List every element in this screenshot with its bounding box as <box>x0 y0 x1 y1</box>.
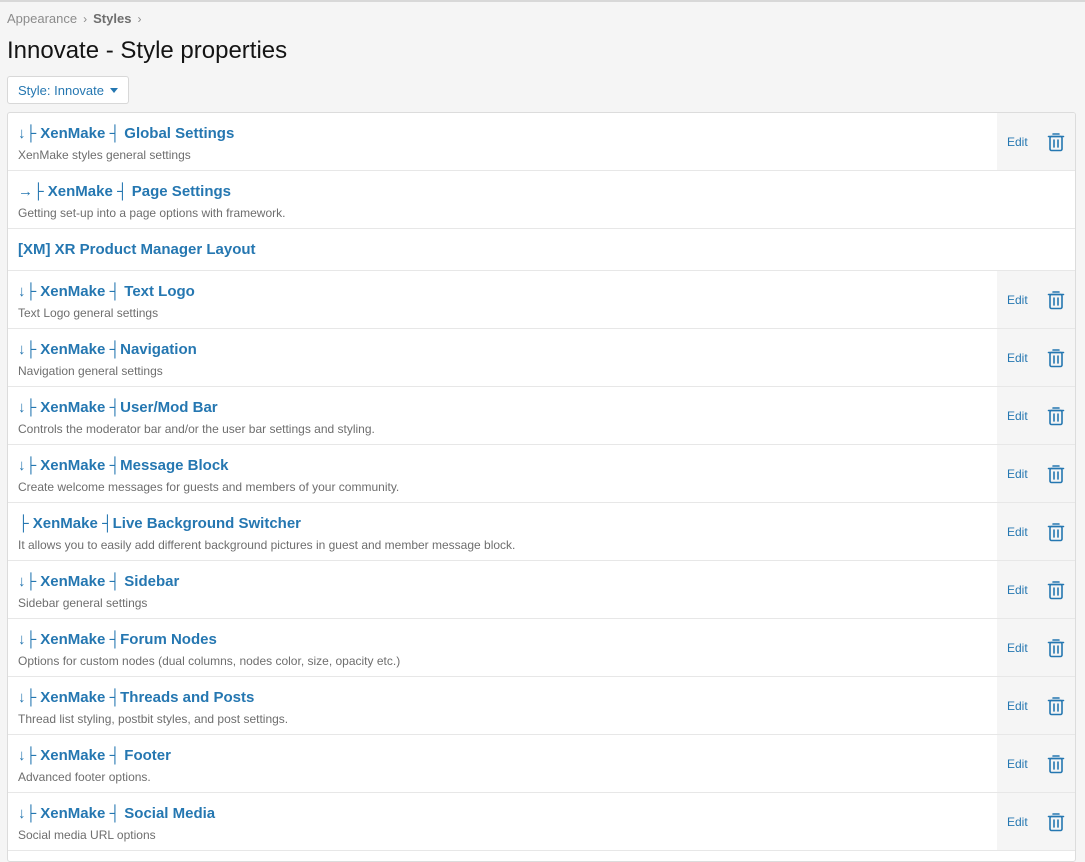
chevron-right-icon: › <box>83 11 88 26</box>
list-item: ↓├ XenMake ┤User/Mod Bar Controls the mod… <box>8 387 1075 445</box>
style-group-description: Social media URL options <box>18 828 156 842</box>
style-group-link[interactable]: ↓├ XenMake ┤Threads and Posts <box>18 689 254 706</box>
edit-link[interactable]: Edit <box>1007 641 1028 655</box>
style-group-description: Getting set-up into a page options with … <box>18 206 286 220</box>
trash-icon[interactable] <box>1047 754 1065 774</box>
style-group-description: XenMake styles general settings <box>18 148 191 162</box>
chevron-right-icon: › <box>137 11 142 26</box>
style-group-description: Sidebar general settings <box>18 596 148 610</box>
style-group-description: Controls the moderator bar and/or the us… <box>18 422 375 436</box>
list-item-main: ↓├ XenMake ┤ Global Settings XenMake styl… <box>8 113 997 170</box>
list-item-main: ↓├ XenMake ┤ Social Media Social media UR… <box>8 793 997 850</box>
style-selector-label: Style: Innovate <box>18 82 104 98</box>
list-item-main: ↓├ XenMake ┤User/Mod Bar Controls the mod… <box>8 387 997 444</box>
list-item-main: ↓├ XenMake ┤Forum Nodes Options for custo… <box>8 619 997 676</box>
list-item: →├ XenMake ┤ Page Settings Getting set-up… <box>8 171 1075 229</box>
style-group-link[interactable]: ↓├ XenMake ┤ Footer <box>18 747 171 764</box>
row-actions: Edit <box>997 619 1075 676</box>
edit-link[interactable]: Edit <box>1007 467 1028 481</box>
edit-link[interactable]: Edit <box>1007 815 1028 829</box>
style-group-link[interactable]: ↓├ XenMake ┤ Social Media <box>18 805 215 822</box>
style-group-link[interactable]: ↓├ XenMake ┤ Text Logo <box>18 283 195 300</box>
list-item: ├ XenMake ┤Live Background Switcher It al… <box>8 503 1075 561</box>
edit-link[interactable]: Edit <box>1007 583 1028 597</box>
list-item-main: ↓├ XenMake ┤Message Block Create welcome … <box>8 445 997 502</box>
style-group-link[interactable]: [XM] XR Product Manager Layout <box>18 241 256 258</box>
edit-link[interactable]: Edit <box>1007 525 1028 539</box>
style-group-description: Advanced footer options. <box>18 770 151 784</box>
edit-link[interactable]: Edit <box>1007 757 1028 771</box>
trash-icon[interactable] <box>1047 406 1065 426</box>
edit-link[interactable]: Edit <box>1007 293 1028 307</box>
row-actions: Edit <box>997 793 1075 850</box>
breadcrumb-styles[interactable]: Styles <box>93 11 131 26</box>
trash-icon[interactable] <box>1047 696 1065 716</box>
style-group-description: It allows you to easily add different ba… <box>18 538 516 552</box>
breadcrumb-appearance[interactable]: Appearance <box>7 11 77 26</box>
row-actions: Edit <box>997 329 1075 386</box>
row-actions: Edit <box>997 677 1075 734</box>
trash-icon[interactable] <box>1047 464 1065 484</box>
trash-icon[interactable] <box>1047 638 1065 658</box>
list-item-main: ↓├ XenMake ┤ Sidebar Sidebar general sett… <box>8 561 997 618</box>
trash-icon[interactable] <box>1047 132 1065 152</box>
row-actions: Edit <box>997 387 1075 444</box>
row-actions: Edit <box>997 271 1075 328</box>
row-actions: Edit <box>997 735 1075 792</box>
list-item-main: ├ XenMake ┤Live Background Switcher It al… <box>8 503 997 560</box>
list-item-main: [XM] XR Product Manager Layout <box>8 229 1075 270</box>
list-item-main: →├ XenMake ┤ Page Settings Getting set-up… <box>8 171 1075 228</box>
style-group-link[interactable]: ↓├ XenMake ┤Forum Nodes <box>18 631 217 648</box>
style-group-link[interactable]: →├ XenMake ┤ Page Settings <box>18 183 231 200</box>
style-group-description: Text Logo general settings <box>18 306 159 320</box>
style-group-description: Options for custom nodes (dual columns, … <box>18 654 401 668</box>
trash-icon[interactable] <box>1047 348 1065 368</box>
edit-link[interactable]: Edit <box>1007 409 1028 423</box>
trash-icon[interactable] <box>1047 812 1065 832</box>
edit-link[interactable]: Edit <box>1007 351 1028 365</box>
caret-down-icon <box>110 87 118 93</box>
list-item: ↓├ XenMake ┤Message Block Create welcome … <box>8 445 1075 503</box>
row-actions: Edit <box>997 113 1075 170</box>
list-item: ↓├ XenMake ┤Navigation Navigation general… <box>8 329 1075 387</box>
list-item-main: ↓├ XenMake ┤ Text Logo Text Logo general … <box>8 271 997 328</box>
list-item-main: ↓├ XenMake ┤Navigation Navigation general… <box>8 329 997 386</box>
breadcrumb: Appearance › Styles › <box>7 11 147 26</box>
trash-icon[interactable] <box>1047 580 1065 600</box>
list-item: ↓├ XenMake ┤ Global Settings XenMake styl… <box>8 113 1075 171</box>
list-item: ↓├ XenMake ┤Threads and Posts Thread list… <box>8 677 1075 735</box>
style-group-link[interactable]: ├ XenMake ┤Live Background Switcher <box>18 515 301 532</box>
edit-link[interactable]: Edit <box>1007 699 1028 713</box>
style-group-link[interactable]: ↓├ XenMake ┤ Global Settings <box>18 125 234 142</box>
edit-link[interactable]: Edit <box>1007 135 1028 149</box>
trash-icon[interactable] <box>1047 290 1065 310</box>
list-item: ↓├ XenMake ┤ Sidebar Sidebar general sett… <box>8 561 1075 619</box>
list-item: ↓├ XenMake ┤ Social Media Social media UR… <box>8 793 1075 851</box>
style-group-link[interactable]: ↓├ XenMake ┤Navigation <box>18 341 197 358</box>
style-group-link[interactable]: ↓├ XenMake ┤ Sidebar <box>18 573 179 590</box>
list-item: ↓├ XenMake ┤ Text Logo Text Logo general … <box>8 271 1075 329</box>
style-group-description: Create welcome messages for guests and m… <box>18 480 400 494</box>
style-group-link[interactable]: ↓├ XenMake ┤User/Mod Bar <box>18 399 218 416</box>
list-item: ↓├ XenMake ┤Forum Nodes Options for custo… <box>8 619 1075 677</box>
list-item-main: ↓├ XenMake ┤Threads and Posts Thread list… <box>8 677 997 734</box>
list-item: [XM] XR Product Manager Layout <box>8 229 1075 271</box>
style-selector-button[interactable]: Style: Innovate <box>7 76 129 104</box>
list-item: ↓├ XenMake ┤ Footer Advanced footer optio… <box>8 735 1075 793</box>
style-group-description: Navigation general settings <box>18 364 163 378</box>
page-title: Innovate - Style properties <box>7 37 288 64</box>
style-property-list: ↓├ XenMake ┤ Global Settings XenMake styl… <box>7 112 1076 862</box>
style-group-link[interactable]: ↓├ XenMake ┤Message Block <box>18 457 229 474</box>
list-item-main: ↓├ XenMake ┤ Footer Advanced footer optio… <box>8 735 997 792</box>
row-actions: Edit <box>997 503 1075 560</box>
style-group-description: Thread list styling, postbit styles, and… <box>18 712 289 726</box>
row-actions: Edit <box>997 561 1075 618</box>
trash-icon[interactable] <box>1047 522 1065 542</box>
row-actions: Edit <box>997 445 1075 502</box>
